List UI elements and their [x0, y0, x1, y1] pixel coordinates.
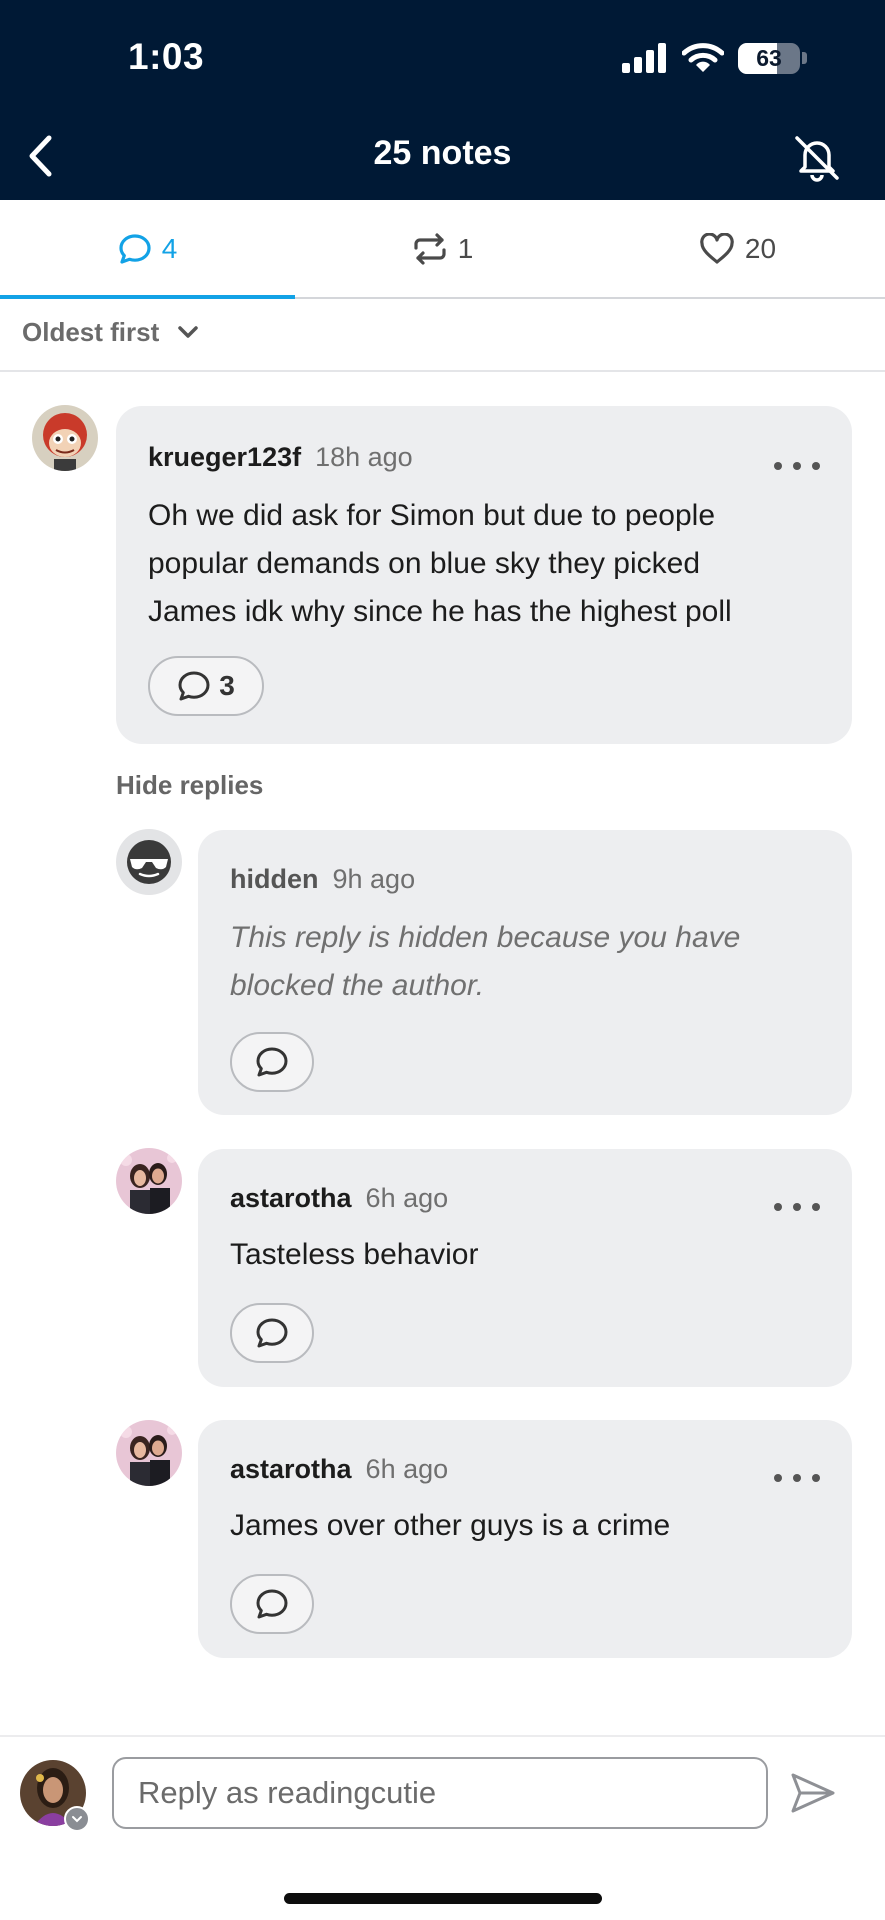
comment-line: Oh we did ask for Simon but due to peopl…	[148, 499, 716, 532]
battery-level: 63	[756, 44, 782, 71]
reply-icon	[256, 1589, 288, 1619]
reblogs-count: 1	[457, 232, 474, 264]
reply-header: astarotha 6h ago	[230, 1183, 448, 1214]
likes-count: 20	[744, 232, 777, 264]
comment-line: James idk why since he has the highest p…	[148, 595, 732, 628]
comment-header: krueger123f 18h ago	[148, 442, 413, 473]
reply-button[interactable]	[230, 1032, 314, 1092]
comment-timestamp: 18h ago	[315, 442, 413, 472]
comment-body: Oh we did ask for Simon but due to peopl…	[148, 492, 838, 636]
reply-line: Tasteless behavior	[230, 1238, 479, 1271]
comments-count: 4	[161, 232, 178, 264]
wifi-icon	[682, 43, 724, 72]
reply-button[interactable]	[230, 1303, 314, 1363]
send-button[interactable]	[786, 1766, 840, 1820]
more-options-button[interactable]	[774, 1195, 820, 1219]
mute-notifications-button[interactable]	[789, 130, 845, 186]
status-time: 1:03	[128, 36, 205, 77]
home-indicator	[284, 1893, 602, 1904]
bell-off-icon	[795, 136, 839, 182]
reply-line: James over other guys is a crime	[230, 1509, 671, 1542]
page-title: 25 notes	[373, 134, 512, 172]
send-icon	[791, 1773, 835, 1813]
reply-username[interactable]: astarotha	[230, 1454, 352, 1485]
reply-timestamp: 6h ago	[365, 1183, 449, 1213]
sort-label: Oldest first	[22, 316, 160, 347]
reply-body: Tasteless behavior	[230, 1231, 840, 1279]
reply-header: astarotha 6h ago	[230, 1454, 448, 1485]
chevron-down-icon	[178, 326, 198, 338]
battery-icon: 63	[738, 42, 800, 74]
reply-icon	[256, 1318, 288, 1348]
reply-username[interactable]: astarotha	[230, 1183, 352, 1214]
hidden-reply-notice: This reply is hidden because you have bl…	[230, 914, 840, 1010]
reply-line: blocked the author.	[230, 969, 485, 1002]
avatar-image	[116, 1420, 182, 1486]
reply-timestamp: 9h ago	[332, 864, 416, 894]
comment-username[interactable]: krueger123f	[148, 442, 301, 473]
reply-header: hidden 9h ago	[230, 864, 415, 895]
reply-body: James over other guys is a crime	[230, 1502, 840, 1550]
more-options-button[interactable]	[774, 454, 820, 478]
reply-count: 3	[219, 670, 235, 701]
reply-count-button[interactable]: 3	[148, 656, 264, 716]
heart-icon	[700, 232, 734, 264]
comment-icon	[119, 233, 151, 264]
battery-nub	[802, 52, 807, 64]
status-icons: 63	[622, 42, 807, 74]
avatar-krueger123f[interactable]	[32, 405, 98, 471]
comment-card: krueger123f 18h ago Oh we did ask for Si…	[116, 406, 852, 744]
reply-icon	[256, 1047, 288, 1077]
sort-dropdown[interactable]: Oldest first	[22, 312, 199, 352]
avatar-hidden	[116, 829, 182, 895]
reply-card-hidden: hidden 9h ago This reply is hidden becau…	[198, 830, 852, 1115]
avatar-astarotha[interactable]	[116, 1420, 182, 1486]
reblog-icon	[414, 232, 446, 265]
avatar-image	[32, 405, 98, 471]
hide-replies-button[interactable]: Hide replies	[116, 770, 263, 801]
app-header: 1:03 63 25 notes	[0, 0, 885, 200]
reply-button[interactable]	[230, 1574, 314, 1634]
more-options-button[interactable]	[774, 1466, 820, 1490]
chevron-down-icon	[72, 1816, 82, 1823]
reply-input[interactable]	[112, 1757, 768, 1829]
signal-icon	[622, 43, 666, 73]
reply-timestamp: 6h ago	[365, 1454, 449, 1484]
reply-username: hidden	[230, 864, 319, 894]
reply-card: astarotha 6h ago James over other guys i…	[198, 1420, 852, 1658]
comment-line: popular demands on blue sky they picked	[148, 547, 701, 580]
avatar-image	[116, 1148, 182, 1214]
current-user-avatar[interactable]	[20, 1760, 90, 1832]
reply-icon	[178, 671, 210, 701]
avatar-astarotha[interactable]	[116, 1148, 182, 1214]
tab-reblogs[interactable]: 1	[295, 200, 590, 297]
reply-card: astarotha 6h ago Tasteless behavior	[198, 1149, 852, 1387]
account-switch-badge[interactable]	[64, 1806, 90, 1832]
hidden-avatar-icon	[116, 829, 182, 895]
divider	[0, 370, 885, 372]
tab-likes[interactable]: 20	[590, 200, 885, 297]
notes-tabs: 4 1 20	[0, 200, 885, 299]
reply-line: This reply is hidden because you have	[230, 921, 741, 954]
composer-divider	[0, 1735, 885, 1737]
tab-comments[interactable]: 4	[0, 200, 295, 299]
